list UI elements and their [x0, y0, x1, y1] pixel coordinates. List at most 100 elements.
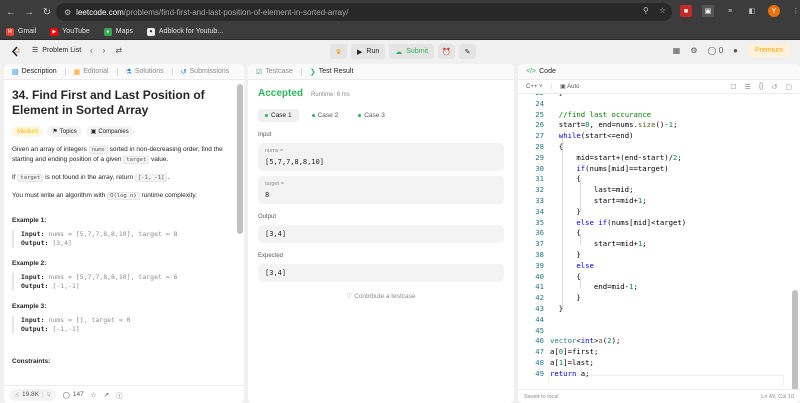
contribute-testcase-link[interactable]: ♡ Contribute a testcase	[258, 292, 504, 300]
tab-solutions[interactable]: ⚗ Solutions	[126, 68, 164, 76]
code-line[interactable]: 47 a[0]=first;	[518, 347, 800, 358]
streak-button[interactable]: ◯ 0	[708, 46, 724, 55]
code-line[interactable]: 43 }	[518, 304, 800, 315]
code-line[interactable]: 32 last=mid;	[518, 185, 800, 196]
thumbs-down-icon[interactable]: ☟	[47, 391, 51, 399]
address-bar[interactable]: ⚙ leetcode.com/problems/find-first-and-l…	[56, 3, 672, 21]
comments-button[interactable]: ◯ 147	[63, 391, 84, 399]
prev-problem-icon[interactable]: ‹	[90, 46, 93, 55]
profile-avatar[interactable]: Y	[768, 5, 780, 17]
braces-icon[interactable]: {}	[759, 83, 764, 91]
example-title: Example 1:	[12, 217, 47, 224]
timer-button[interactable]: ⏰	[438, 44, 456, 59]
code-line[interactable]: 27 while(start<=end)	[518, 131, 800, 142]
code-line[interactable]: 25 //find last occurance	[518, 110, 800, 121]
code-line[interactable]: 33 start=mid+1;	[518, 196, 800, 207]
code-scrollbar[interactable]	[792, 290, 798, 403]
code-line[interactable]: 49 return a;	[518, 369, 800, 380]
tab-divider	[171, 67, 173, 76]
tab-description[interactable]: ▤ Description	[12, 68, 57, 76]
tab-test-result[interactable]: ❯ Test Result	[310, 68, 354, 76]
code-line[interactable]: 26 start=0, end=nums.size()-1;	[518, 120, 800, 131]
zoom-icon[interactable]: ⚲	[643, 6, 649, 15]
tab-editorial[interactable]: ▦ Editorial	[74, 68, 109, 76]
site-info-icon[interactable]: ⚙	[64, 8, 71, 17]
code-line[interactable]: 41 end=mid-1;	[518, 282, 800, 293]
settings-icon[interactable]: ⚙	[690, 46, 697, 55]
user-avatar-icon[interactable]: ●	[733, 46, 738, 55]
tab-code[interactable]: </> Code	[526, 68, 556, 75]
extensions-puzzle-icon[interactable]: ▣	[702, 5, 714, 17]
description-scrollbar[interactable]	[237, 84, 243, 234]
bookmark-icon[interactable]: ☐	[730, 83, 736, 91]
code-line[interactable]: 34 }	[518, 207, 800, 218]
code-editor[interactable]: 23 }2425 //find last occurance26 start=0…	[518, 94, 800, 385]
line-code: }	[550, 206, 581, 216]
code-line[interactable]: 40 {	[518, 272, 800, 283]
auto-mode-toggle[interactable]: ▣ Auto	[560, 83, 579, 90]
language-select[interactable]: C++ ˅	[526, 84, 543, 90]
code-line[interactable]: 46 vector<int>a(2);	[518, 336, 800, 347]
case-tab-1[interactable]: Case 1	[258, 109, 299, 122]
code-line[interactable]: 30 if(nums[mid]==target)	[518, 164, 800, 175]
line-number: 36	[535, 228, 544, 238]
code-line[interactable]: 37 start=mid+1;	[518, 239, 800, 250]
favorite-star-icon[interactable]: ☆	[91, 391, 97, 399]
document-icon: ▤	[12, 68, 19, 76]
code-line[interactable]: 29 mid=start+(end-start)/2;	[518, 153, 800, 164]
leetcode-logo-icon[interactable]	[10, 46, 22, 58]
menu-dots-icon[interactable]: ⋮	[790, 5, 800, 17]
back-icon[interactable]: ←	[4, 5, 18, 19]
sidepanel-icon[interactable]: ◧	[746, 5, 758, 17]
next-problem-icon[interactable]: ›	[103, 46, 106, 55]
random-problem-icon[interactable]: ⇄	[115, 46, 122, 55]
example-1: Example 1: Input: nums = [5,7,7,8,8,10],…	[12, 217, 236, 248]
extension-red-icon[interactable]: ■	[680, 5, 692, 17]
format-icon[interactable]: ☰	[745, 83, 751, 91]
case-tab-2[interactable]: Case 2	[305, 109, 346, 122]
line-number: 43	[535, 304, 544, 313]
tab-testcase[interactable]: ☑ Testcase	[256, 68, 293, 76]
like-button[interactable]: ☝ 19.8K | ☟	[10, 388, 56, 401]
line-code: vector<int>a(2);	[550, 336, 621, 346]
bookmarks-bar: M Gmail ▶ YouTube ● Maps ⚫ Adblock for Youtu…	[0, 24, 800, 40]
help-icon[interactable]: ⓘ	[116, 390, 123, 400]
bookmark-maps[interactable]: ● Maps	[103, 27, 133, 36]
code-line[interactable]: 48 a[1]=last;	[518, 358, 800, 369]
bookmark-gmail[interactable]: M Gmail	[6, 27, 36, 36]
code-line[interactable]: 38 }	[518, 250, 800, 261]
code-line[interactable]: 24	[518, 99, 800, 110]
submit-button[interactable]: ☁ Submit	[389, 44, 435, 59]
url-host: leetcode.com	[76, 7, 124, 17]
tab-submissions[interactable]: ↺ Submissions	[181, 68, 230, 76]
share-icon[interactable]: ↗	[104, 391, 109, 399]
forward-icon[interactable]: →	[22, 5, 36, 19]
bookmark-youtube[interactable]: ▶ YouTube	[50, 27, 90, 36]
code-line[interactable]: 45	[518, 326, 800, 337]
code-line[interactable]: 35 else if(nums[mid]<target)	[518, 218, 800, 229]
layout-icon[interactable]: ▦	[673, 46, 681, 55]
problem-title[interactable]: 34. Find First and Last Position of Elem…	[12, 88, 234, 118]
code-line[interactable]: 31 {	[518, 174, 800, 185]
case-label: Case 1	[271, 112, 292, 119]
debug-button[interactable]: ♛	[330, 44, 347, 59]
code-line[interactable]: 28 {	[518, 142, 800, 153]
reload-icon[interactable]: ↻	[40, 5, 54, 19]
companies-badge[interactable]: ▣ Companies	[85, 126, 134, 137]
bookmark-adblock[interactable]: ⚫ Adblock for Youtub...	[146, 27, 223, 36]
case-tab-3[interactable]: Case 3	[351, 109, 392, 122]
topics-badge[interactable]: ⚑ Topics	[47, 126, 82, 137]
media-icon[interactable]: ≡	[724, 5, 736, 17]
bookmark-star-icon[interactable]: ☆	[659, 6, 666, 15]
reset-icon[interactable]: ↺	[772, 83, 778, 91]
run-button[interactable]: ▶ Run	[351, 44, 386, 59]
code-line[interactable]: 42 }	[518, 293, 800, 304]
fullscreen-icon[interactable]: ▢	[785, 83, 792, 91]
problem-list-button[interactable]: ☰ Problem List	[32, 46, 81, 55]
notes-button[interactable]: ✎	[459, 44, 477, 59]
code-line[interactable]: 36 {	[518, 228, 800, 239]
code-line[interactable]: 39 else	[518, 261, 800, 272]
code-line[interactable]: 44	[518, 315, 800, 326]
gmail-icon: M	[6, 27, 14, 36]
premium-button[interactable]: Premium	[747, 44, 790, 57]
